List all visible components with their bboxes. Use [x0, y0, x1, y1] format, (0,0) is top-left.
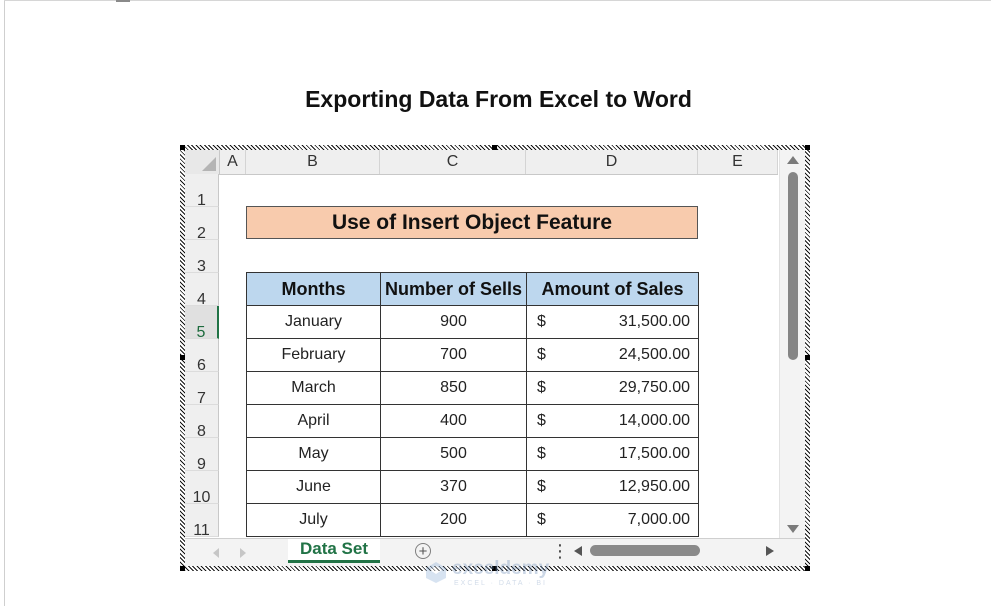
arrow-right-icon[interactable] — [240, 548, 246, 558]
table-row: July 200 $7,000.00 — [246, 503, 699, 537]
currency-symbol: $ — [537, 379, 546, 396]
row-header-1[interactable]: 1 — [185, 174, 219, 209]
header-amount-of-sales[interactable]: Amount of Sales — [526, 272, 699, 306]
amount-value: 17,500.00 — [618, 445, 690, 462]
sales-table: Months Number of Sells Amount of Sales J… — [246, 272, 699, 537]
exceldemy-logo-icon — [426, 562, 446, 583]
cell-amount[interactable]: $17,500.00 — [526, 437, 699, 471]
cell-month[interactable]: March — [246, 371, 381, 405]
cell-amount[interactable]: $24,500.00 — [526, 338, 699, 372]
header-months[interactable]: Months — [246, 272, 381, 306]
cell-amount[interactable]: $12,950.00 — [526, 470, 699, 504]
row-header-4[interactable]: 4 — [185, 273, 219, 308]
page-top-edge — [4, 0, 991, 1]
cell-sells[interactable]: 850 — [380, 371, 527, 405]
currency-symbol: $ — [537, 313, 546, 330]
table-row: June 370 $12,950.00 — [246, 470, 699, 504]
select-all-button[interactable] — [185, 150, 220, 174]
column-header-b[interactable]: B — [246, 150, 380, 174]
cell-sells[interactable]: 400 — [380, 404, 527, 438]
table-row: March 850 $29,750.00 — [246, 371, 699, 405]
resize-handle-br[interactable] — [805, 566, 810, 571]
header-number-of-sells[interactable]: Number of Sells — [380, 272, 527, 306]
row-header-10[interactable]: 10 — [185, 471, 219, 506]
table-row: January 900 $31,500.00 — [246, 305, 699, 339]
row-header-9[interactable]: 9 — [185, 438, 219, 473]
plus-circle-icon[interactable]: + — [415, 543, 431, 559]
cell-sells[interactable]: 200 — [380, 503, 527, 537]
arrow-right-icon[interactable] — [766, 546, 774, 556]
cell-month[interactable]: July — [246, 503, 381, 537]
cell-month[interactable]: May — [246, 437, 381, 471]
column-header-d[interactable]: D — [526, 150, 698, 174]
vertical-scroll-thumb[interactable] — [788, 172, 798, 360]
resize-handle-tr[interactable] — [805, 145, 810, 150]
cell-month[interactable]: January — [246, 305, 381, 339]
row-header-5[interactable]: 5 — [185, 306, 219, 341]
table-row: May 500 $17,500.00 — [246, 437, 699, 471]
currency-symbol: $ — [537, 511, 546, 528]
currency-symbol: $ — [537, 445, 546, 462]
banner-cell[interactable]: Use of Insert Object Feature — [246, 206, 698, 239]
arrow-down-icon[interactable] — [787, 525, 799, 533]
arrow-left-icon[interactable] — [213, 548, 219, 558]
cell-sells[interactable]: 370 — [380, 470, 527, 504]
document-title: Exporting Data From Excel to Word — [305, 86, 692, 112]
row-header-11[interactable]: 11 — [185, 504, 219, 539]
resize-handle-bl[interactable] — [180, 566, 185, 571]
select-all-triangle-icon — [202, 157, 216, 171]
cell-month[interactable]: April — [246, 404, 381, 438]
cell-amount[interactable]: $7,000.00 — [526, 503, 699, 537]
watermark-tagline: EXCEL · DATA · BI — [454, 580, 547, 587]
horizontal-scroll-thumb[interactable] — [590, 545, 700, 556]
resize-handle-mr[interactable] — [805, 355, 810, 360]
vertical-scrollbar[interactable] — [779, 150, 805, 538]
ruler-marker — [116, 0, 130, 2]
arrow-left-icon[interactable] — [574, 546, 582, 556]
row-header-7[interactable]: 7 — [185, 372, 219, 407]
cell-amount[interactable]: $14,000.00 — [526, 404, 699, 438]
sheet-tab-data-set[interactable]: Data Set — [288, 539, 380, 563]
amount-value: 7,000.00 — [627, 511, 690, 528]
cell-month[interactable]: June — [246, 470, 381, 504]
watermark: exceldemy EXCEL · DATA · BI — [424, 558, 574, 592]
column-header-c[interactable]: C — [380, 150, 526, 174]
row-number: 11 — [193, 522, 210, 539]
cell-month[interactable]: February — [246, 338, 381, 372]
cell-sells[interactable]: 500 — [380, 437, 527, 471]
column-header-e[interactable]: E — [698, 150, 778, 174]
cell-sells[interactable]: 700 — [380, 338, 527, 372]
table-row: April 400 $14,000.00 — [246, 404, 699, 438]
currency-symbol: $ — [537, 412, 546, 429]
row-header-8[interactable]: 8 — [185, 405, 219, 440]
row-header-3[interactable]: 3 — [185, 240, 219, 275]
table-row: February 700 $24,500.00 — [246, 338, 699, 372]
column-header-a[interactable]: A — [220, 150, 246, 174]
amount-value: 31,500.00 — [618, 313, 690, 330]
cell-sells[interactable]: 900 — [380, 305, 527, 339]
amount-value: 12,950.00 — [618, 478, 690, 495]
currency-symbol: $ — [537, 346, 546, 363]
amount-value: 29,750.00 — [618, 379, 690, 396]
table-header-row: Months Number of Sells Amount of Sales — [246, 272, 699, 306]
cell-amount[interactable]: $29,750.00 — [526, 371, 699, 405]
watermark-name: exceldemy — [452, 558, 550, 579]
excel-sheet[interactable]: A B C D E 1 2 3 4 5 6 7 8 9 10 11 Use of… — [185, 150, 805, 566]
row-header-6[interactable]: 6 — [185, 339, 219, 374]
arrow-up-icon[interactable] — [787, 156, 799, 164]
column-header-row: A B C D E — [185, 150, 778, 175]
amount-value: 14,000.00 — [618, 412, 690, 429]
currency-symbol: $ — [537, 478, 546, 495]
amount-value: 24,500.00 — [618, 346, 690, 363]
row-header-2[interactable]: 2 — [185, 207, 219, 242]
cell-amount[interactable]: $31,500.00 — [526, 305, 699, 339]
